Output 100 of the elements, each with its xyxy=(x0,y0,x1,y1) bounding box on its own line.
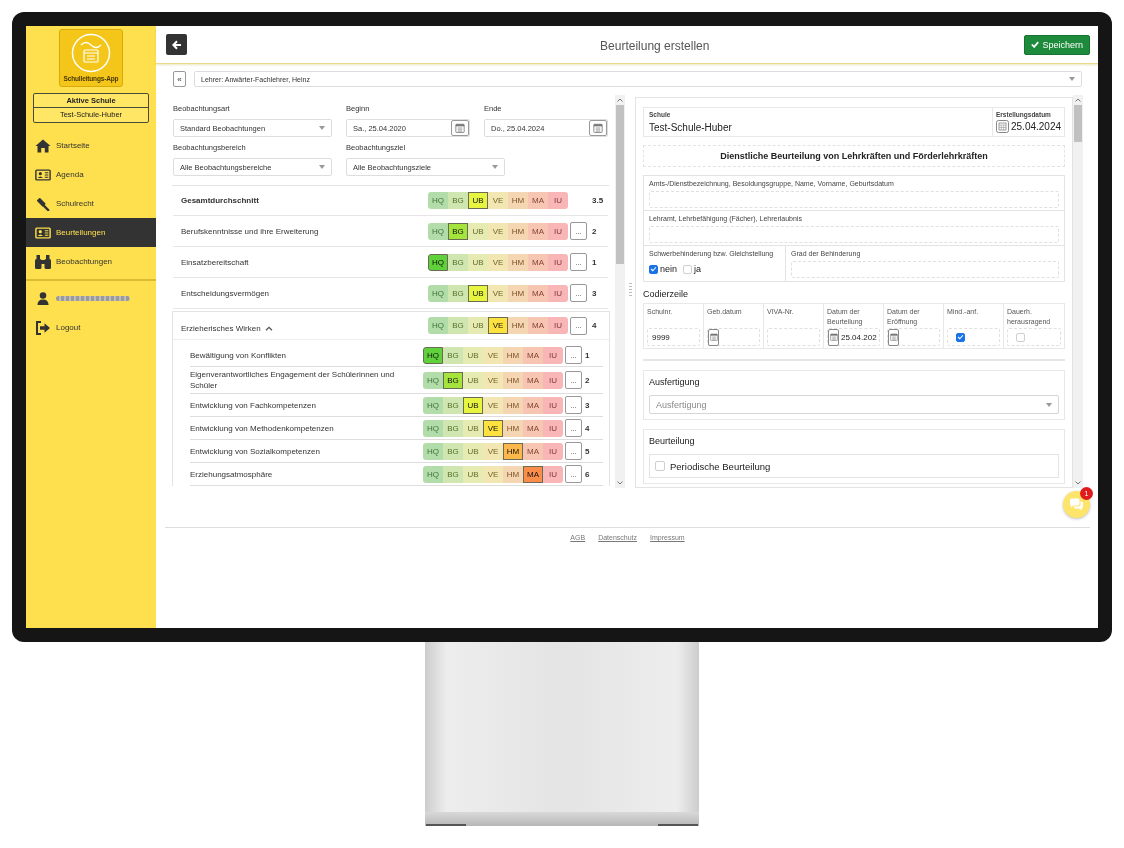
grade-option[interactable]: UB xyxy=(468,192,488,209)
grade-option[interactable]: HQ xyxy=(423,442,443,460)
checkbox-field[interactable] xyxy=(947,328,1000,346)
grade-option[interactable]: HM xyxy=(503,371,523,389)
scroll-up-icon[interactable] xyxy=(1075,98,1081,102)
grade-option[interactable]: BG xyxy=(448,222,468,240)
grade-option[interactable]: HQ xyxy=(428,284,448,302)
grade-option[interactable]: MA xyxy=(528,253,548,271)
grade-option[interactable]: HQ xyxy=(423,465,443,483)
back-button[interactable] xyxy=(166,34,187,55)
grade-option[interactable]: MA xyxy=(528,284,548,302)
grade-option[interactable]: HQ xyxy=(428,192,448,209)
date-field[interactable]: 25.04.202 xyxy=(827,328,880,346)
grade-option[interactable]: MA xyxy=(523,442,543,460)
grade-option[interactable]: UB xyxy=(463,396,483,414)
grade-option[interactable]: MA xyxy=(528,192,548,209)
grade-option[interactable]: UB xyxy=(468,253,488,271)
scroll-down-icon[interactable] xyxy=(1075,481,1081,485)
grade-option[interactable]: BG xyxy=(448,253,468,271)
grade-option[interactable]: VE xyxy=(483,465,503,483)
scrollbar[interactable] xyxy=(615,95,625,488)
chat-button[interactable] xyxy=(1063,491,1090,518)
select-field[interactable]: Ausfertigung xyxy=(649,395,1059,414)
scroll-down-icon[interactable] xyxy=(617,481,623,485)
grade-option[interactable]: HM xyxy=(503,419,523,437)
grade-option[interactable]: MA xyxy=(523,419,543,437)
grade-option[interactable]: IU xyxy=(543,419,563,437)
grade-option[interactable]: UB xyxy=(468,284,488,302)
grade-option[interactable]: HM xyxy=(508,317,528,334)
grade-option[interactable]: UB xyxy=(468,222,488,240)
grade-option[interactable]: HM xyxy=(508,222,528,240)
grade-option[interactable]: IU xyxy=(548,192,568,209)
grade-option[interactable]: MA xyxy=(523,371,543,389)
grade-option[interactable]: HQ xyxy=(428,317,448,334)
calendar-button[interactable] xyxy=(708,328,719,346)
calendar-button[interactable] xyxy=(828,328,839,346)
grade-option[interactable]: MA xyxy=(523,346,543,364)
nav-item[interactable]: Beurteilungen xyxy=(26,218,156,247)
grade-option[interactable]: HM xyxy=(503,465,523,483)
group-toggle[interactable]: Erzieherisches Wirken xyxy=(181,323,273,333)
grade-option[interactable]: VE xyxy=(483,346,503,364)
collapse-button[interactable]: « xyxy=(173,71,186,87)
scroll-up-icon[interactable] xyxy=(617,98,623,102)
grade-option[interactable]: VE xyxy=(488,284,508,302)
grade-option[interactable]: HQ xyxy=(423,371,443,389)
grade-option[interactable]: VE xyxy=(488,192,508,209)
grade-option[interactable]: IU xyxy=(548,222,568,240)
grade-option[interactable]: HM xyxy=(508,284,528,302)
grade-option[interactable]: BG xyxy=(443,465,463,483)
grade-option[interactable]: VE xyxy=(488,317,508,334)
input-field[interactable] xyxy=(791,261,1059,278)
input-field[interactable] xyxy=(649,226,1059,243)
grade-option[interactable]: HM xyxy=(503,396,523,414)
nav-item[interactable]: Schulrecht xyxy=(26,189,156,218)
grade-option[interactable]: BG xyxy=(448,284,468,302)
checkbox[interactable] xyxy=(956,332,965,342)
grade-option[interactable]: IU xyxy=(543,346,563,364)
grade-option[interactable]: MA xyxy=(523,465,543,483)
grade-option[interactable]: IU xyxy=(548,284,568,302)
calendar-button[interactable] xyxy=(888,328,899,346)
nav-item[interactable]: Startseite xyxy=(26,131,156,160)
grade-option[interactable]: VE xyxy=(488,222,508,240)
grade-option[interactable]: HM xyxy=(503,346,523,364)
grade-option[interactable]: HM xyxy=(508,253,528,271)
calendar-button[interactable] xyxy=(589,120,607,136)
grade-option[interactable]: HQ xyxy=(423,396,443,414)
grade-option[interactable]: MA xyxy=(528,317,548,334)
checkbox[interactable] xyxy=(649,264,658,274)
grade-option[interactable]: IU xyxy=(543,442,563,460)
grade-option[interactable]: IU xyxy=(543,396,563,414)
grade-option[interactable]: BG xyxy=(443,419,463,437)
input-field[interactable] xyxy=(767,328,820,346)
scrollbar[interactable] xyxy=(1073,95,1083,488)
date-field[interactable] xyxy=(887,328,940,346)
grade-option[interactable]: HQ xyxy=(423,346,443,364)
grade-option[interactable]: MA xyxy=(523,396,543,414)
grade-option[interactable]: HQ xyxy=(428,222,448,240)
checkbox-row[interactable]: Periodische Beurteilung xyxy=(649,454,1059,478)
grade-option[interactable]: UB xyxy=(463,346,483,364)
grade-option[interactable]: MA xyxy=(528,222,548,240)
scrollbar-thumb[interactable] xyxy=(1074,105,1082,142)
grade-option[interactable]: IU xyxy=(543,371,563,389)
grade-option[interactable]: VE xyxy=(483,419,503,437)
grade-option[interactable]: HM xyxy=(508,192,528,209)
grade-option[interactable]: HM xyxy=(503,442,523,460)
grade-option[interactable]: VE xyxy=(483,396,503,414)
grade-option[interactable]: BG xyxy=(448,192,468,209)
grade-option[interactable]: HQ xyxy=(423,419,443,437)
input-field[interactable] xyxy=(649,191,1059,208)
grade-option[interactable]: UB xyxy=(463,442,483,460)
grade-option[interactable]: HQ xyxy=(428,253,448,271)
grade-option[interactable]: BG xyxy=(443,396,463,414)
logout-link[interactable]: Logout xyxy=(26,313,156,342)
save-button[interactable]: Speichern xyxy=(1024,34,1090,55)
grade-option[interactable]: BG xyxy=(448,317,468,334)
grade-option[interactable]: UB xyxy=(463,419,483,437)
grade-option[interactable]: BG xyxy=(443,371,463,389)
grade-option[interactable]: IU xyxy=(548,317,568,334)
calendar-button[interactable] xyxy=(451,120,469,136)
checkbox-field[interactable] xyxy=(1007,328,1061,346)
